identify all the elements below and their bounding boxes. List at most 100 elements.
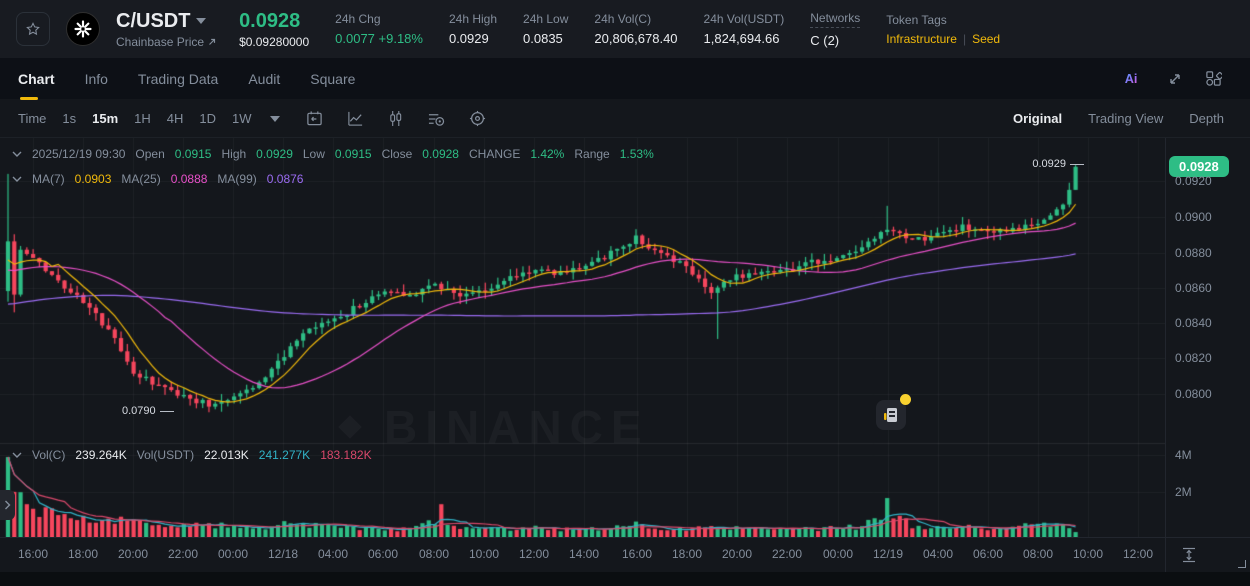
axis-tick-label: 0.0920	[1175, 174, 1212, 188]
time-tick-label: 22:00	[168, 547, 198, 561]
candlestick-canvas[interactable]	[0, 138, 1165, 537]
price-axis[interactable]: 0.0928 0.09200.09000.08800.08600.08400.0…	[1165, 138, 1250, 572]
pair-name: C/USDT	[116, 10, 190, 33]
tag-seed[interactable]: Seed	[972, 32, 1000, 46]
tab-info[interactable]: Info	[85, 58, 108, 100]
pair-header: C/USDT Chainbase Price 0.0928 $0.0928000…	[0, 0, 1250, 58]
chart-settings-icon[interactable]	[469, 110, 486, 127]
time-tick-label: 12/18	[268, 547, 298, 561]
ohlc-range: 1.53%	[620, 147, 654, 161]
ohlc-change: 1.42%	[530, 147, 564, 161]
last-price: 0.0928	[239, 10, 309, 33]
pane-expand-button[interactable]	[0, 490, 15, 520]
stat-networks[interactable]: Networks C (2)	[810, 11, 860, 48]
high-price-marker: 0.0929	[1006, 158, 1084, 170]
tab-chart[interactable]: Chart	[18, 58, 55, 100]
tab-square[interactable]: Square	[310, 58, 355, 100]
time-tick-label: 18:00	[68, 547, 98, 561]
ohlc-open: 0.0915	[175, 147, 212, 161]
ai-assistant-button[interactable]: Ai	[1123, 70, 1145, 88]
tab-trading-data[interactable]: Trading Data	[138, 58, 218, 100]
time-tick-label: 14:00	[569, 547, 599, 561]
svg-text:Ai: Ai	[1125, 72, 1138, 86]
date-range-icon[interactable]	[306, 110, 323, 127]
interval-4h[interactable]: 4H	[167, 111, 184, 126]
vol-base-value: 239.264K	[75, 448, 126, 462]
chart-area[interactable]: BINANCE 2025/12/19 09:30 Open0.0915 High…	[0, 138, 1250, 572]
stat-24h-high: 24h High 0.0929	[449, 12, 497, 46]
pair-selector[interactable]: C/USDT Chainbase Price	[116, 10, 217, 49]
interval-1s[interactable]: 1s	[62, 111, 76, 126]
ohlc-high: 0.0929	[256, 147, 293, 161]
chart-toolbar: Time 1s 15m 1H 4H 1D 1W	[0, 100, 1250, 138]
vol-ma-fast-value: 241.277K	[259, 448, 310, 462]
time-tick-label: 16:00	[622, 547, 652, 561]
collapse-chevron-icon[interactable]	[12, 151, 22, 158]
axis-tick-label: 0.0860	[1175, 281, 1212, 295]
time-tick-label: 16:00	[18, 547, 48, 561]
tab-audit[interactable]: Audit	[248, 58, 280, 100]
vol-ma-slow-value: 183.182K	[320, 448, 371, 462]
interval-more-chevron-icon[interactable]	[270, 116, 280, 122]
axis-tick-label: 4M	[1175, 448, 1192, 462]
time-tick-label: 00:00	[218, 547, 248, 561]
time-tick-label: 06:00	[973, 547, 1003, 561]
chainbase-logo-icon	[73, 19, 93, 39]
tag-separator: |	[963, 32, 966, 46]
time-tick-label: 12:00	[519, 547, 549, 561]
stat-24h-chg: 24h Chg 0.0077 +9.18%	[335, 12, 423, 46]
chevron-down-icon	[196, 18, 206, 24]
collapse-chevron-icon[interactable]	[12, 452, 22, 459]
news-icon	[876, 400, 906, 430]
fullscreen-icon[interactable]	[1167, 71, 1183, 87]
chart-style-icon[interactable]	[347, 110, 364, 127]
interval-1w[interactable]: 1W	[232, 111, 252, 126]
axis-tick-label: 0.0840	[1175, 316, 1212, 330]
indicators-icon[interactable]	[427, 111, 445, 127]
auto-scale-icon[interactable]	[1180, 546, 1198, 564]
pair-source-label[interactable]: Chainbase Price	[116, 35, 204, 49]
interval-15m[interactable]: 15m	[92, 111, 118, 126]
stat-token-tags: Token Tags Infrastructure | Seed	[886, 13, 1000, 46]
ohlc-legend: 2025/12/19 09:30 Open0.0915 High0.0929 L…	[12, 147, 654, 161]
view-tradingview[interactable]: Trading View	[1088, 111, 1163, 126]
interval-time[interactable]: Time	[18, 111, 46, 126]
axis-tick-label: 0.0820	[1175, 351, 1212, 365]
ma7-value: 0.0903	[75, 172, 112, 186]
last-price-usd: $0.09280000	[239, 35, 309, 49]
time-tick-label: 04:00	[923, 547, 953, 561]
axis-tick-label: 0.0880	[1175, 246, 1212, 260]
time-axis[interactable]: 16:0018:0020:0022:0000:0012/1804:0006:00…	[0, 537, 1250, 572]
axis-tick-label: 0.0900	[1175, 210, 1212, 224]
vol-quote-value: 22.013K	[204, 448, 249, 462]
collapse-chevron-icon[interactable]	[12, 176, 22, 183]
resize-corner-handle[interactable]	[1238, 560, 1246, 568]
stat-24h-low: 24h Low 0.0835	[523, 12, 568, 46]
low-price-marker: 0.0790	[122, 405, 174, 417]
notification-dot	[900, 394, 911, 405]
candlestick-icon[interactable]	[388, 110, 403, 127]
external-link-icon	[207, 37, 217, 47]
bottom-edge	[0, 572, 1250, 586]
time-tick-label: 12/19	[873, 547, 903, 561]
time-tick-label: 04:00	[318, 547, 348, 561]
tag-infrastructure[interactable]: Infrastructure	[886, 32, 957, 46]
favorite-button[interactable]	[16, 12, 50, 46]
ma25-value: 0.0888	[171, 172, 208, 186]
view-depth[interactable]: Depth	[1189, 111, 1224, 126]
interval-1h[interactable]: 1H	[134, 111, 151, 126]
axis-tick-label: 0.0800	[1175, 387, 1212, 401]
news-event-marker[interactable]	[876, 400, 906, 430]
axis-tick-label: 2M	[1175, 485, 1192, 499]
time-tick-label: 08:00	[419, 547, 449, 561]
page-tabs: Chart Info Trading Data Audit Square Ai	[0, 58, 1250, 100]
view-original[interactable]: Original	[1013, 111, 1062, 126]
interval-1d[interactable]: 1D	[199, 111, 216, 126]
ohlc-close: 0.0928	[422, 147, 459, 161]
star-icon	[25, 21, 41, 37]
ohlc-date: 2025/12/19 09:30	[32, 147, 125, 161]
time-tick-label: 10:00	[1073, 547, 1103, 561]
ohlc-low: 0.0915	[335, 147, 372, 161]
layout-grid-icon[interactable]	[1205, 70, 1222, 87]
volume-legend: Vol(C)239.264K Vol(USDT)22.013K 241.277K…	[12, 448, 372, 462]
